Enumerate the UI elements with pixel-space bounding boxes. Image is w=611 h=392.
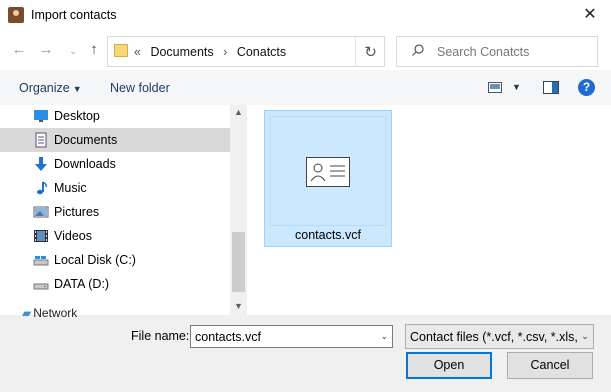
file-name-value: contacts.vcf <box>195 330 261 344</box>
caret-down-icon: ▼ <box>72 84 82 94</box>
forward-arrow-icon: → <box>38 41 54 58</box>
file-item-contacts-vcf[interactable]: contacts.vcf <box>264 110 392 247</box>
file-name-label: contacts.vcf <box>295 228 361 242</box>
help-icon[interactable]: ? <box>578 79 595 96</box>
command-bar: Organize ▼ New folder ▼ ? <box>0 70 611 105</box>
network-icon: ▰ <box>22 306 32 320</box>
sidebar-item-documents[interactable]: Documents <box>0 128 230 152</box>
file-thumbnail <box>270 116 386 226</box>
refresh-button[interactable]: ↻ <box>364 43 377 61</box>
sidebar-item-label: Local Disk (C:) <box>54 253 136 267</box>
scrollbar-thumb[interactable] <box>232 232 245 292</box>
sidebar-item-local-disk-c[interactable]: Local Disk (C:) <box>0 248 230 272</box>
desktop-icon <box>34 110 48 122</box>
sidebar-item-desktop[interactable]: Desktop <box>0 105 230 128</box>
chevron-down-icon[interactable]: ⌄ <box>380 331 388 342</box>
file-list: contacts.vcf <box>247 105 611 315</box>
navigation-pane: Desktop Documents Downloads Music Pictur… <box>0 105 230 315</box>
recent-locations-button[interactable]: ⌄ <box>64 42 82 60</box>
forward-button[interactable]: → <box>37 41 55 59</box>
file-type-value: Contact files (*.vcf, *.csv, *.xls, * <box>410 330 587 344</box>
view-dropdown-caret-icon[interactable]: ▼ <box>512 82 521 92</box>
breadcrumb-documents[interactable]: Documents <box>150 45 213 59</box>
sidebar-item-label: Music <box>54 181 87 195</box>
breadcrumb-separator: › <box>223 45 228 59</box>
address-bar[interactable]: « Documents › Conatcts ↻ <box>107 36 385 67</box>
file-type-select[interactable]: Contact files (*.vcf, *.csv, *.xls, * ⌄ <box>405 324 594 349</box>
sidebar-item-pictures[interactable]: Pictures <box>0 200 230 224</box>
sidebar-item-label: Downloads <box>54 157 116 171</box>
preview-pane-icon[interactable] <box>543 81 559 94</box>
dialog-footer: ▰ Network File name: contacts.vcf ⌄ Conta… <box>0 306 611 392</box>
breadcrumb-conatcts[interactable]: Conatcts <box>237 45 286 59</box>
view-options-icon[interactable] <box>488 82 502 93</box>
pictures-icon <box>33 206 49 218</box>
search-box[interactable]: Search Conatcts <box>396 36 598 67</box>
sidebar-item-label: Documents <box>54 133 118 147</box>
breadcrumb: « Documents › Conatcts <box>134 45 292 59</box>
downloads-icon <box>35 157 47 171</box>
scroll-down-icon[interactable]: ▼ <box>230 301 247 311</box>
organize-label: Organize <box>19 81 70 95</box>
drive-icon <box>33 256 49 266</box>
folder-icon <box>114 44 128 57</box>
sidebar-item-downloads[interactable]: Downloads <box>0 152 230 176</box>
contact-card-icon <box>306 157 350 187</box>
window-title: Import contacts <box>31 8 117 22</box>
address-divider <box>355 37 356 66</box>
search-icon <box>412 44 424 56</box>
contacts-app-icon <box>8 7 24 23</box>
sidebar-item-videos[interactable]: Videos <box>0 224 230 248</box>
organize-button[interactable]: Organize ▼ <box>19 81 82 95</box>
close-icon: ✕ <box>583 6 597 23</box>
refresh-icon: ↻ <box>364 44 377 61</box>
cancel-button[interactable]: Cancel <box>507 352 593 379</box>
sidebar-item-data-d[interactable]: DATA (D:) <box>0 272 230 296</box>
close-button[interactable]: ✕ <box>581 6 599 24</box>
music-icon <box>37 181 47 195</box>
search-placeholder: Search Conatcts <box>437 45 530 59</box>
sidebar-item-label: Pictures <box>54 205 100 219</box>
chevron-down-icon: ⌄ <box>69 46 77 56</box>
open-button[interactable]: Open <box>406 352 492 379</box>
sidebar-item-label: Desktop <box>54 109 100 123</box>
title-bar: Import contacts ✕ <box>0 0 611 32</box>
documents-icon <box>35 132 47 148</box>
scroll-up-icon[interactable]: ▲ <box>230 107 247 117</box>
sidebar-item-network[interactable]: ▰ Network <box>22 306 77 320</box>
sidebar-item-label: Videos <box>54 229 92 243</box>
navigation-scrollbar[interactable]: ▲ ▼ <box>230 105 247 315</box>
back-button[interactable]: ← <box>10 41 28 59</box>
file-name-label: File name: <box>131 329 190 343</box>
drive-icon <box>33 283 49 290</box>
file-name-input[interactable]: contacts.vcf ⌄ <box>190 325 393 348</box>
up-button[interactable]: ↑ <box>85 41 103 59</box>
new-folder-button[interactable]: New folder <box>110 81 170 95</box>
sidebar-item-label: DATA (D:) <box>54 277 110 291</box>
breadcrumb-overflow[interactable]: « <box>134 45 141 59</box>
address-row: ← → ⌄ ↑ « Documents › Conatcts ↻ Search … <box>0 32 611 70</box>
chevron-down-icon: ⌄ <box>577 325 593 348</box>
up-arrow-icon: ↑ <box>90 41 98 58</box>
videos-icon <box>34 230 48 242</box>
sidebar-item-music[interactable]: Music <box>0 176 230 200</box>
back-arrow-icon: ← <box>11 41 27 58</box>
